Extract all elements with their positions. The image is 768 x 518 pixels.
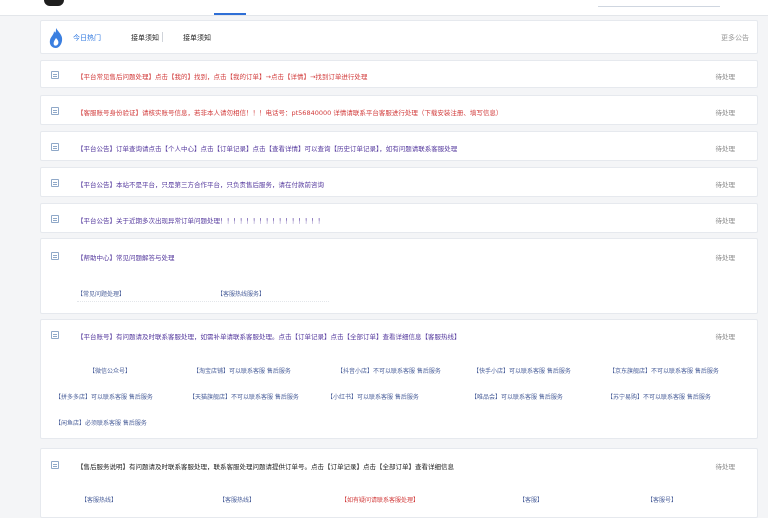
platform-link[interactable]: 【微信公众号】 (89, 366, 131, 375)
message-icon (51, 71, 59, 79)
message-icon (51, 331, 59, 339)
platform-link[interactable]: 【京东旗舰店】不可以联系客服 售后服务 (609, 366, 719, 375)
help-link[interactable]: 【常见问题处理】 (77, 289, 125, 298)
message-card[interactable]: 【平台公告】关于近期多次出现异常订单问题处理！！！！！！！！！！！！！！！！ 待… (40, 203, 758, 233)
message-card[interactable]: 【售后服务说明】有问题请及时联系客服处理，联系客服处理问题请提供订单号。点击【订… (40, 448, 758, 518)
platform-link[interactable]: 【唯品会】可以联系客服 售后服务 (471, 392, 563, 401)
message-icon (51, 179, 59, 187)
service-link[interactable]: 【客服号】 (647, 495, 677, 504)
divider (162, 32, 163, 42)
platform-link[interactable]: 【快手小店】可以联系客服 售后服务 (473, 366, 571, 375)
hot-announcements-bar: 今日热门 接单须知 接单须知 更多公告 (40, 20, 758, 54)
service-link[interactable]: 【客服热线】 (81, 495, 117, 504)
search-input[interactable] (598, 0, 720, 7)
message-status: 待处理 (715, 463, 736, 471)
message-text: 【平台账号】有问题请及时联系客服处理，如需补单请联系客服处理。点击【订单记录】点… (77, 333, 461, 341)
message-text: 【平台常见售后问题处理】点击【我的】找到，点击【我的订单】→点击【详情】→找到订… (77, 73, 368, 81)
message-status: 待处理 (715, 73, 736, 81)
more-announcements-link[interactable]: 更多公告 (721, 33, 749, 43)
message-text: 【售后服务说明】有问题请及时联系客服处理，联系客服处理问题请提供订单号。点击【订… (77, 463, 454, 471)
message-card[interactable]: 【平台常见售后问题处理】点击【我的】找到，点击【我的订单】→点击【详情】→找到订… (40, 60, 758, 88)
message-status: 待处理 (715, 145, 736, 153)
message-status: 待处理 (715, 217, 736, 225)
message-icon (51, 215, 59, 223)
platform-link[interactable]: 【抖音小店】不可以联系客服 售后服务 (337, 366, 441, 375)
message-text: 【客服账号身份验证】请核实账号信息，若非本人请勿相信！！！电话号：pt56840… (77, 109, 503, 117)
logo (44, 0, 64, 6)
active-nav-indicator (214, 13, 246, 15)
hot-label: 今日热门 (73, 34, 101, 42)
message-status: 待处理 (715, 254, 736, 262)
message-status: 待处理 (715, 333, 736, 341)
platform-link[interactable]: 【苏宁易购】不可以联系客服 售后服务 (607, 392, 711, 401)
platform-link[interactable]: 【闲鱼店】必须联系客服 售后服务 (55, 418, 147, 427)
top-navigation-bar (0, 0, 768, 16)
message-card[interactable]: 【平台公告】订单查询请点击【个人中心】点击【订单记录】点击【查看详情】可以查询【… (40, 131, 758, 161)
message-icon (51, 252, 59, 260)
platform-link[interactable]: 【天猫旗舰店】不可以联系客服 售后服务 (189, 392, 299, 401)
platform-link[interactable]: 【拼多多店】可以联系客服 售后服务 (55, 392, 153, 401)
tab-notice-2[interactable]: 接单须知 (183, 33, 211, 43)
message-icon (51, 461, 59, 469)
message-card[interactable]: 【平台账号】有问题请及时联系客服处理，如需补单请联系客服处理。点击【订单记录】点… (40, 319, 758, 439)
message-status: 待处理 (715, 109, 736, 117)
message-icon (51, 107, 59, 115)
message-card[interactable]: 【客服账号身份验证】请核实账号信息，若非本人请勿相信！！！电话号：pt56840… (40, 95, 758, 125)
flame-icon (49, 28, 63, 48)
tab-notice-1[interactable]: 接单须知 (131, 33, 159, 43)
service-link[interactable]: 【如有疑问请联系客服处理】 (341, 495, 419, 504)
help-link[interactable]: 【客服热线服务】 (217, 289, 265, 298)
message-text: 【帮助中心】常见问题解答与处理 (77, 254, 175, 262)
platform-link[interactable]: 【淘宝店铺】可以联系客服 售后服务 (193, 366, 291, 375)
platform-link[interactable]: 【小红书】可以联系客服 售后服务 (327, 392, 419, 401)
message-text: 【平台公告】本站不是平台，只是第三方合作平台，只负责售后服务，请在付款前咨询 (77, 181, 324, 189)
message-card[interactable]: 【帮助中心】常见问题解答与处理 待处理 【常见问题处理】 【客服热线服务】 (40, 238, 758, 314)
service-link[interactable]: 【客服】 (519, 495, 543, 504)
divider (77, 301, 329, 302)
message-status: 待处理 (715, 181, 736, 189)
message-text: 【平台公告】订单查询请点击【个人中心】点击【订单记录】点击【查看详情】可以查询【… (77, 145, 458, 153)
message-card[interactable]: 【平台公告】本站不是平台，只是第三方合作平台，只负责售后服务，请在付款前咨询 待… (40, 167, 758, 197)
message-icon (51, 143, 59, 151)
message-text: 【平台公告】关于近期多次出现异常订单问题处理！！！！！！！！！！！！！！！！ (77, 217, 324, 225)
service-link[interactable]: 【客服热线】 (219, 495, 255, 504)
